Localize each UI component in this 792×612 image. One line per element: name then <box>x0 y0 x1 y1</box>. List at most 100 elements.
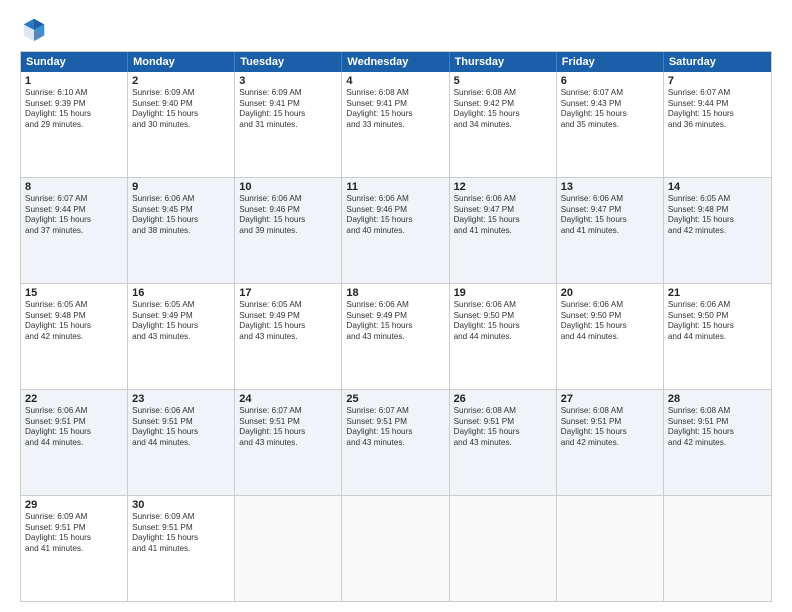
calendar-cell-30: 30Sunrise: 6:09 AM Sunset: 9:51 PM Dayli… <box>128 496 235 601</box>
day-number-23: 23 <box>132 393 230 405</box>
calendar-cell-9: 9Sunrise: 6:06 AM Sunset: 9:45 PM Daylig… <box>128 178 235 283</box>
calendar-header-row: SundayMondayTuesdayWednesdayThursdayFrid… <box>21 52 771 72</box>
calendar-cell-11: 11Sunrise: 6:06 AM Sunset: 9:46 PM Dayli… <box>342 178 449 283</box>
day-info-11: Sunrise: 6:06 AM Sunset: 9:46 PM Dayligh… <box>346 194 444 237</box>
calendar-body: 1Sunrise: 6:10 AM Sunset: 9:39 PM Daylig… <box>21 72 771 601</box>
day-number-9: 9 <box>132 181 230 193</box>
day-number-14: 14 <box>668 181 767 193</box>
day-number-3: 3 <box>239 75 337 87</box>
calendar-cell-15: 15Sunrise: 6:05 AM Sunset: 9:48 PM Dayli… <box>21 284 128 389</box>
calendar-cell-21: 21Sunrise: 6:06 AM Sunset: 9:50 PM Dayli… <box>664 284 771 389</box>
calendar-cell-25: 25Sunrise: 6:07 AM Sunset: 9:51 PM Dayli… <box>342 390 449 495</box>
day-number-30: 30 <box>132 499 230 511</box>
day-number-1: 1 <box>25 75 123 87</box>
calendar-cell-28: 28Sunrise: 6:08 AM Sunset: 9:51 PM Dayli… <box>664 390 771 495</box>
day-info-18: Sunrise: 6:06 AM Sunset: 9:49 PM Dayligh… <box>346 300 444 343</box>
day-info-10: Sunrise: 6:06 AM Sunset: 9:46 PM Dayligh… <box>239 194 337 237</box>
weekday-header-tuesday: Tuesday <box>235 52 342 72</box>
day-info-7: Sunrise: 6:07 AM Sunset: 9:44 PM Dayligh… <box>668 88 767 131</box>
day-info-26: Sunrise: 6:08 AM Sunset: 9:51 PM Dayligh… <box>454 406 552 449</box>
calendar-row-3: 15Sunrise: 6:05 AM Sunset: 9:48 PM Dayli… <box>21 283 771 389</box>
day-number-27: 27 <box>561 393 659 405</box>
day-number-29: 29 <box>25 499 123 511</box>
calendar-cell-1: 1Sunrise: 6:10 AM Sunset: 9:39 PM Daylig… <box>21 72 128 177</box>
day-number-17: 17 <box>239 287 337 299</box>
day-info-27: Sunrise: 6:08 AM Sunset: 9:51 PM Dayligh… <box>561 406 659 449</box>
calendar-row-1: 1Sunrise: 6:10 AM Sunset: 9:39 PM Daylig… <box>21 72 771 177</box>
day-number-16: 16 <box>132 287 230 299</box>
day-number-6: 6 <box>561 75 659 87</box>
weekday-header-wednesday: Wednesday <box>342 52 449 72</box>
day-info-13: Sunrise: 6:06 AM Sunset: 9:47 PM Dayligh… <box>561 194 659 237</box>
day-info-4: Sunrise: 6:08 AM Sunset: 9:41 PM Dayligh… <box>346 88 444 131</box>
day-info-28: Sunrise: 6:08 AM Sunset: 9:51 PM Dayligh… <box>668 406 767 449</box>
day-info-23: Sunrise: 6:06 AM Sunset: 9:51 PM Dayligh… <box>132 406 230 449</box>
day-number-5: 5 <box>454 75 552 87</box>
day-info-29: Sunrise: 6:09 AM Sunset: 9:51 PM Dayligh… <box>25 512 123 555</box>
day-number-11: 11 <box>346 181 444 193</box>
day-number-18: 18 <box>346 287 444 299</box>
calendar-cell-24: 24Sunrise: 6:07 AM Sunset: 9:51 PM Dayli… <box>235 390 342 495</box>
weekday-header-thursday: Thursday <box>450 52 557 72</box>
header <box>20 15 772 43</box>
day-info-24: Sunrise: 6:07 AM Sunset: 9:51 PM Dayligh… <box>239 406 337 449</box>
calendar-cell-10: 10Sunrise: 6:06 AM Sunset: 9:46 PM Dayli… <box>235 178 342 283</box>
day-number-28: 28 <box>668 393 767 405</box>
calendar-row-2: 8Sunrise: 6:07 AM Sunset: 9:44 PM Daylig… <box>21 177 771 283</box>
day-info-22: Sunrise: 6:06 AM Sunset: 9:51 PM Dayligh… <box>25 406 123 449</box>
calendar-row-5: 29Sunrise: 6:09 AM Sunset: 9:51 PM Dayli… <box>21 495 771 601</box>
day-number-7: 7 <box>668 75 767 87</box>
day-info-16: Sunrise: 6:05 AM Sunset: 9:49 PM Dayligh… <box>132 300 230 343</box>
day-info-30: Sunrise: 6:09 AM Sunset: 9:51 PM Dayligh… <box>132 512 230 555</box>
day-info-2: Sunrise: 6:09 AM Sunset: 9:40 PM Dayligh… <box>132 88 230 131</box>
weekday-header-sunday: Sunday <box>21 52 128 72</box>
day-number-15: 15 <box>25 287 123 299</box>
calendar-cell-17: 17Sunrise: 6:05 AM Sunset: 9:49 PM Dayli… <box>235 284 342 389</box>
logo-icon <box>20 15 48 43</box>
calendar-cell-18: 18Sunrise: 6:06 AM Sunset: 9:49 PM Dayli… <box>342 284 449 389</box>
day-info-19: Sunrise: 6:06 AM Sunset: 9:50 PM Dayligh… <box>454 300 552 343</box>
day-info-21: Sunrise: 6:06 AM Sunset: 9:50 PM Dayligh… <box>668 300 767 343</box>
calendar-cell-20: 20Sunrise: 6:06 AM Sunset: 9:50 PM Dayli… <box>557 284 664 389</box>
calendar-cell-3: 3Sunrise: 6:09 AM Sunset: 9:41 PM Daylig… <box>235 72 342 177</box>
calendar-cell-7: 7Sunrise: 6:07 AM Sunset: 9:44 PM Daylig… <box>664 72 771 177</box>
day-info-9: Sunrise: 6:06 AM Sunset: 9:45 PM Dayligh… <box>132 194 230 237</box>
calendar-cell-27: 27Sunrise: 6:08 AM Sunset: 9:51 PM Dayli… <box>557 390 664 495</box>
calendar-cell-empty-4-4 <box>450 496 557 601</box>
calendar-cell-5: 5Sunrise: 6:08 AM Sunset: 9:42 PM Daylig… <box>450 72 557 177</box>
day-info-14: Sunrise: 6:05 AM Sunset: 9:48 PM Dayligh… <box>668 194 767 237</box>
calendar-cell-8: 8Sunrise: 6:07 AM Sunset: 9:44 PM Daylig… <box>21 178 128 283</box>
day-number-25: 25 <box>346 393 444 405</box>
day-info-15: Sunrise: 6:05 AM Sunset: 9:48 PM Dayligh… <box>25 300 123 343</box>
day-info-1: Sunrise: 6:10 AM Sunset: 9:39 PM Dayligh… <box>25 88 123 131</box>
calendar-cell-6: 6Sunrise: 6:07 AM Sunset: 9:43 PM Daylig… <box>557 72 664 177</box>
day-info-20: Sunrise: 6:06 AM Sunset: 9:50 PM Dayligh… <box>561 300 659 343</box>
calendar-cell-empty-4-3 <box>342 496 449 601</box>
day-info-12: Sunrise: 6:06 AM Sunset: 9:47 PM Dayligh… <box>454 194 552 237</box>
day-info-17: Sunrise: 6:05 AM Sunset: 9:49 PM Dayligh… <box>239 300 337 343</box>
calendar-cell-empty-4-6 <box>664 496 771 601</box>
day-number-24: 24 <box>239 393 337 405</box>
calendar-cell-16: 16Sunrise: 6:05 AM Sunset: 9:49 PM Dayli… <box>128 284 235 389</box>
day-number-19: 19 <box>454 287 552 299</box>
calendar-cell-19: 19Sunrise: 6:06 AM Sunset: 9:50 PM Dayli… <box>450 284 557 389</box>
calendar-cell-12: 12Sunrise: 6:06 AM Sunset: 9:47 PM Dayli… <box>450 178 557 283</box>
day-info-6: Sunrise: 6:07 AM Sunset: 9:43 PM Dayligh… <box>561 88 659 131</box>
calendar: SundayMondayTuesdayWednesdayThursdayFrid… <box>20 51 772 602</box>
day-number-10: 10 <box>239 181 337 193</box>
calendar-cell-empty-4-5 <box>557 496 664 601</box>
calendar-cell-23: 23Sunrise: 6:06 AM Sunset: 9:51 PM Dayli… <box>128 390 235 495</box>
weekday-header-monday: Monday <box>128 52 235 72</box>
day-info-25: Sunrise: 6:07 AM Sunset: 9:51 PM Dayligh… <box>346 406 444 449</box>
day-number-8: 8 <box>25 181 123 193</box>
day-info-3: Sunrise: 6:09 AM Sunset: 9:41 PM Dayligh… <box>239 88 337 131</box>
day-number-21: 21 <box>668 287 767 299</box>
page: SundayMondayTuesdayWednesdayThursdayFrid… <box>0 0 792 612</box>
day-number-22: 22 <box>25 393 123 405</box>
day-number-20: 20 <box>561 287 659 299</box>
weekday-header-friday: Friday <box>557 52 664 72</box>
day-info-8: Sunrise: 6:07 AM Sunset: 9:44 PM Dayligh… <box>25 194 123 237</box>
calendar-cell-empty-4-2 <box>235 496 342 601</box>
day-number-26: 26 <box>454 393 552 405</box>
calendar-cell-2: 2Sunrise: 6:09 AM Sunset: 9:40 PM Daylig… <box>128 72 235 177</box>
